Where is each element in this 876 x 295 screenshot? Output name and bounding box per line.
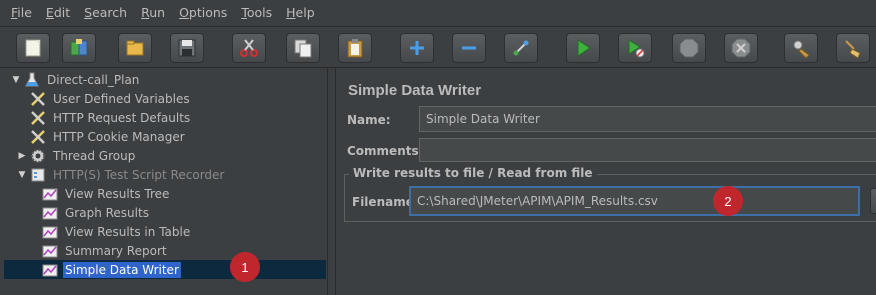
filename-field[interactable]: C:\Shared\JMeter\APIM\APIM_Results.csv xyxy=(409,186,860,216)
tree-item-label: Summary Report xyxy=(65,243,167,258)
tree-item-label: Simple Data Writer xyxy=(63,261,181,278)
tree-item-label: Direct-call_Plan xyxy=(47,72,140,87)
name-field[interactable]: Simple Data Writer xyxy=(419,106,876,132)
save-icon xyxy=(178,39,196,57)
shutdown-icon xyxy=(731,38,751,58)
menu-file[interactable]: File xyxy=(4,0,39,26)
wrench-icon xyxy=(28,109,48,127)
listener-icon xyxy=(40,204,60,222)
tree-item-test-plan[interactable]: ▼ Direct-call_Plan xyxy=(10,70,141,89)
group-title: Write results to file / Read from file xyxy=(349,166,597,180)
tree-item-label: HTTP(S) Test Script Recorder xyxy=(53,167,225,182)
menu-bar: File Edit Search Run Options Tools Help xyxy=(0,0,876,26)
listener-icon xyxy=(40,185,60,203)
tree-item-label: User Defined Variables xyxy=(53,91,190,106)
tree-item-graph-results[interactable]: Graph Results xyxy=(40,203,151,222)
callout-badge-1: 1 xyxy=(230,252,260,282)
menu-options[interactable]: Options xyxy=(172,0,234,26)
scissors-icon xyxy=(240,39,258,57)
play-icon xyxy=(577,39,591,57)
plus-icon xyxy=(410,41,424,55)
cut-button[interactable] xyxy=(232,33,266,63)
expand-button[interactable] xyxy=(400,33,434,63)
menu-search[interactable]: Search xyxy=(77,0,134,26)
templates-button[interactable] xyxy=(62,33,96,63)
new-button[interactable] xyxy=(16,33,50,63)
tree-item-view-results-tree[interactable]: View Results Tree xyxy=(40,184,171,203)
clipboard-icon xyxy=(347,39,363,58)
callout-badge-2: 2 xyxy=(713,186,743,216)
tree-item-label: HTTP Request Defaults xyxy=(53,110,191,125)
new-file-icon xyxy=(25,39,41,57)
filename-label: Filename xyxy=(352,195,414,209)
tree-item-label: Graph Results xyxy=(65,205,149,220)
listener-icon xyxy=(40,261,60,279)
paste-button[interactable] xyxy=(338,33,372,63)
tree-item-label: Thread Group xyxy=(53,148,136,163)
menu-edit[interactable]: Edit xyxy=(39,0,77,26)
tree-item-http-cookie-manager[interactable]: HTTP Cookie Manager xyxy=(28,127,187,146)
collapse-button[interactable] xyxy=(452,33,486,63)
templates-icon xyxy=(70,39,88,56)
tree-item-http-request-defaults[interactable]: HTTP Request Defaults xyxy=(28,108,192,127)
toolbar xyxy=(0,26,876,68)
listener-icon xyxy=(40,242,60,260)
test-plan-tree: ▼ Direct-call_Plan User Defined Variable… xyxy=(4,70,326,295)
tree-item-label: View Results Tree xyxy=(65,186,170,201)
listener-icon xyxy=(40,223,60,241)
name-label: Name: xyxy=(347,113,391,127)
tree-item-summary-report[interactable]: Summary Report xyxy=(40,241,169,260)
broom-gear-icon xyxy=(793,40,810,59)
browse-button[interactable] xyxy=(870,188,876,214)
clear-button[interactable] xyxy=(784,33,818,63)
start-no-timers-button[interactable] xyxy=(618,33,652,63)
toggle-icon xyxy=(513,40,529,56)
recorder-icon xyxy=(28,166,48,184)
tree-item-simple-data-writer[interactable]: Simple Data Writer xyxy=(4,260,326,279)
tree-item-label: View Results in Table xyxy=(65,224,191,239)
minus-icon xyxy=(462,46,476,50)
tree-item-label: HTTP Cookie Manager xyxy=(53,129,185,144)
clear-all-button[interactable] xyxy=(836,33,870,63)
copy-icon xyxy=(294,39,312,58)
broom-icon xyxy=(845,40,861,59)
start-button[interactable] xyxy=(566,33,600,63)
copy-button[interactable] xyxy=(286,33,320,63)
menu-run[interactable]: Run xyxy=(134,0,172,26)
stop-button[interactable] xyxy=(672,33,706,63)
tree-item-recorder[interactable]: ▼ HTTP(S) Test Script Recorder xyxy=(16,165,226,184)
flask-icon xyxy=(22,71,42,89)
tree-item-user-defined-variables[interactable]: User Defined Variables xyxy=(28,89,192,108)
menu-help[interactable]: Help xyxy=(279,0,322,26)
expanded-arrow-icon[interactable]: ▼ xyxy=(16,170,28,180)
comments-label: Comments: xyxy=(347,144,424,158)
folder-open-icon xyxy=(126,40,144,56)
shutdown-button[interactable] xyxy=(724,33,758,63)
expanded-arrow-icon[interactable]: ▼ xyxy=(10,75,22,85)
tree-item-thread-group[interactable]: ▶ Thread Group xyxy=(16,146,137,165)
splitter[interactable] xyxy=(327,68,336,295)
tree-item-view-results-in-table[interactable]: View Results in Table xyxy=(40,222,192,241)
wrench-icon xyxy=(28,90,48,108)
menu-tools[interactable]: Tools xyxy=(234,0,279,26)
collapsed-arrow-icon[interactable]: ▶ xyxy=(16,151,28,161)
comments-field[interactable] xyxy=(419,138,876,162)
save-button[interactable] xyxy=(170,33,204,63)
simple-data-writer-panel: Simple Data Writer Name: Simple Data Wri… xyxy=(337,70,876,295)
open-button[interactable] xyxy=(118,33,152,63)
gear-icon xyxy=(28,147,48,165)
page-title: Simple Data Writer xyxy=(348,82,482,99)
wrench-icon xyxy=(28,128,48,146)
stop-icon xyxy=(679,38,699,58)
play-no-timers-icon xyxy=(628,39,645,58)
toggle-button[interactable] xyxy=(504,33,538,63)
